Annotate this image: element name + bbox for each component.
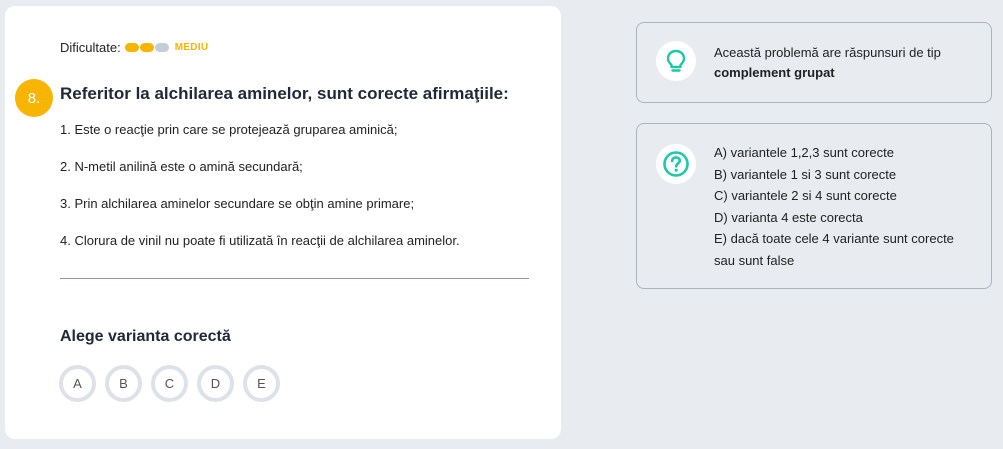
statement-1: 1. Este o reacţie prin care se protejeaz… bbox=[60, 122, 398, 137]
answer-options: A B C D E bbox=[59, 365, 280, 402]
answer-type-line: Această problemă are răspunsuri de tip bbox=[714, 45, 941, 60]
answer-heading: Alege varianta corectă bbox=[60, 328, 231, 345]
question-title: Referitor la alchilarea aminelor, sunt c… bbox=[60, 84, 509, 103]
statement-3: 3. Prin alchilarea aminelor secundare se… bbox=[60, 196, 415, 211]
difficulty-pip-2 bbox=[139, 43, 154, 52]
legend-text: A) variantele 1,2,3 sunt corecte B) vari… bbox=[714, 142, 954, 271]
legend-line-a: A) variantele 1,2,3 sunt corecte bbox=[714, 145, 894, 160]
lightbulb-icon bbox=[656, 41, 696, 81]
difficulty-pip-3 bbox=[154, 43, 169, 52]
answer-legend-panel: A) variantele 1,2,3 sunt corecte B) vari… bbox=[636, 123, 992, 289]
answer-type-info-panel: Această problemă are răspunsuri de tip c… bbox=[636, 22, 992, 103]
answer-type-text: Această problemă are răspunsuri de tip c… bbox=[714, 43, 941, 83]
difficulty-label: Dificultate: bbox=[60, 40, 121, 55]
option-e-button[interactable]: E bbox=[243, 365, 280, 402]
legend-line-e: E) dacă toate cele 4 variante sunt corec… bbox=[714, 231, 954, 246]
question-number-badge: 8. bbox=[15, 79, 53, 117]
legend-line-e-cont: sau sunt false bbox=[714, 252, 795, 268]
option-c-button[interactable]: C bbox=[151, 365, 188, 402]
difficulty-indicator: Dificultate: MEDIU bbox=[60, 40, 208, 55]
legend-line-b: B) variantele 1 si 3 sunt corecte bbox=[714, 166, 897, 182]
divider bbox=[60, 278, 529, 279]
difficulty-pips bbox=[124, 43, 170, 52]
legend-line-c: C) variantele 2 si 4 sunt corecte bbox=[714, 188, 897, 203]
legend-line-d: D) varianta 4 este corecta bbox=[714, 209, 863, 225]
question-circle-icon bbox=[656, 144, 696, 184]
difficulty-level: MEDIU bbox=[174, 42, 209, 53]
option-a-button[interactable]: A bbox=[59, 365, 96, 402]
statement-4: 4. Clorura de vinil nu poate fi utilizat… bbox=[60, 233, 460, 248]
question-card: Dificultate: MEDIU 8. Referitor la alchi… bbox=[5, 6, 561, 439]
option-b-button[interactable]: B bbox=[105, 365, 142, 402]
answer-type-name: complement grupat bbox=[714, 65, 835, 80]
statement-2: 2. N-metil anilină este o amină secundar… bbox=[60, 159, 303, 174]
difficulty-pip-1 bbox=[124, 43, 139, 52]
option-d-button[interactable]: D bbox=[197, 365, 234, 402]
